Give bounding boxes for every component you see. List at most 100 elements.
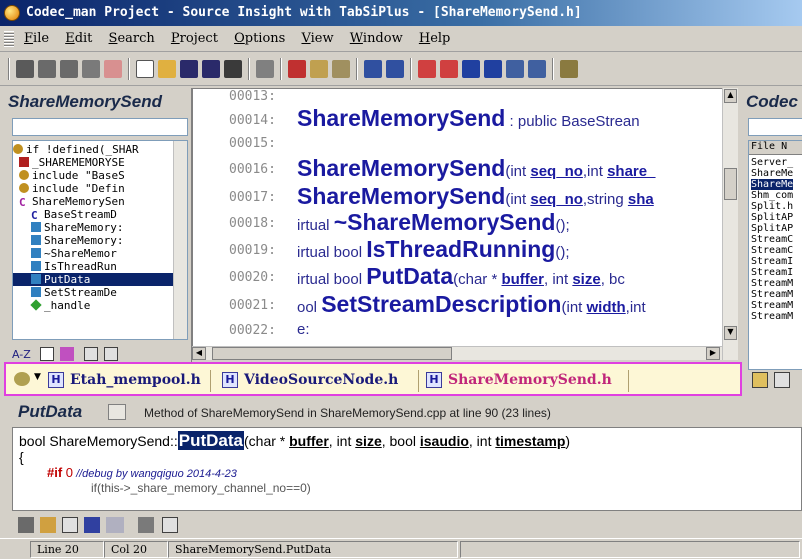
- tab-etah-mempool[interactable]: H Etah_mempool.h: [48, 372, 201, 388]
- context-window[interactable]: bool ShareMemorySend::PutData(char * buf…: [12, 427, 802, 511]
- menu-search[interactable]: Search: [103, 26, 161, 52]
- open-folder-icon[interactable]: [752, 372, 768, 388]
- scroll-thumb[interactable]: [212, 347, 452, 360]
- list-item[interactable]: ShareMemory:: [13, 234, 173, 247]
- scroll-down-icon[interactable]: ▼: [724, 326, 737, 340]
- file-list[interactable]: File N Server_ ShareMe ShareMe Shm_com S…: [748, 140, 802, 370]
- save-all-icon[interactable]: [202, 60, 220, 78]
- lock-icon[interactable]: [18, 517, 34, 533]
- menu-window[interactable]: Window: [344, 26, 409, 52]
- window-title: Codec_man Project - Source Insight with …: [26, 5, 582, 20]
- tabsiplus-menu-icon[interactable]: [14, 372, 30, 386]
- paste-icon[interactable]: [332, 60, 350, 78]
- find-next-icon[interactable]: [60, 60, 78, 78]
- redo-icon[interactable]: [386, 60, 404, 78]
- list-item[interactable]: StreamI: [751, 256, 793, 267]
- list-item[interactable]: Server_: [751, 157, 793, 168]
- tab-sharememorysend[interactable]: H ShareMemorySend.h: [426, 372, 612, 388]
- header-file-icon: H: [222, 372, 238, 388]
- symbol-filter-input[interactable]: [12, 118, 188, 136]
- list-item[interactable]: _handle: [13, 299, 173, 312]
- back-icon[interactable]: [462, 60, 480, 78]
- project-icon[interactable]: [560, 60, 578, 78]
- list-item[interactable]: C ShareMemorySen: [13, 195, 173, 208]
- list-item[interactable]: ~ShareMemor: [13, 247, 173, 260]
- code-editor[interactable]: 00013: 00014: ShareMemorySend : public B…: [192, 88, 738, 360]
- list-item[interactable]: StreamM: [751, 278, 793, 289]
- close-file-icon[interactable]: [224, 60, 242, 78]
- list-item[interactable]: Shm_com: [751, 190, 793, 201]
- menu-help[interactable]: Help: [413, 26, 457, 52]
- new-file-icon[interactable]: [136, 60, 154, 78]
- chevron-down-icon[interactable]: ▼: [34, 372, 41, 382]
- font-icon[interactable]: [106, 517, 124, 533]
- book-icon[interactable]: [62, 517, 78, 533]
- category-icon[interactable]: [60, 347, 74, 361]
- symbol-list-scrollbar[interactable]: [173, 141, 187, 339]
- header-file-icon: H: [48, 372, 64, 388]
- properties-icon[interactable]: [162, 517, 178, 533]
- find-icon[interactable]: [16, 60, 34, 78]
- list-item[interactable]: SplitAP: [751, 212, 793, 223]
- scroll-left-icon[interactable]: ◀: [192, 347, 206, 360]
- list-item[interactable]: _SHAREMEMORYSE: [13, 156, 173, 169]
- forward-icon[interactable]: [484, 60, 502, 78]
- list-view-icon[interactable]: [40, 347, 54, 361]
- scroll-thumb[interactable]: [724, 168, 737, 200]
- book-icon[interactable]: [84, 347, 98, 361]
- menu-view[interactable]: View: [295, 26, 339, 52]
- list-item[interactable]: StreamC: [751, 245, 793, 256]
- editor-vertical-scrollbar[interactable]: ▲ ▼: [722, 88, 738, 360]
- print-icon[interactable]: [256, 60, 274, 78]
- undo-icon[interactable]: [364, 60, 382, 78]
- list-item[interactable]: ShareMemory:: [13, 221, 173, 234]
- list-item[interactable]: ShareMe: [751, 168, 793, 179]
- list-item-selected[interactable]: PutData: [13, 273, 173, 286]
- list-item[interactable]: include "Defin: [13, 182, 173, 195]
- menu-options[interactable]: Options: [228, 26, 291, 52]
- cut-icon[interactable]: [288, 60, 306, 78]
- line-number: 00019:: [229, 243, 276, 258]
- bookmark-icon[interactable]: [418, 60, 436, 78]
- copy-icon[interactable]: [310, 60, 328, 78]
- column-header[interactable]: File N: [749, 141, 802, 155]
- list-item[interactable]: if !defined(_SHAR: [13, 143, 173, 156]
- list-item[interactable]: Split.h: [751, 201, 793, 212]
- find-prev-icon[interactable]: [38, 60, 56, 78]
- context-toggle-icon[interactable]: [108, 404, 126, 420]
- scroll-right-icon[interactable]: ▶: [706, 347, 720, 360]
- window-layout-icon[interactable]: [506, 60, 524, 78]
- find-files-icon[interactable]: [82, 60, 100, 78]
- list-item[interactable]: StreamI: [751, 267, 793, 278]
- print-icon[interactable]: [138, 517, 154, 533]
- book-icon[interactable]: [774, 372, 790, 388]
- menu-file[interactable]: File: [18, 26, 55, 52]
- jump-icon[interactable]: [40, 517, 56, 533]
- file-filter-input[interactable]: [748, 118, 802, 136]
- editor-horizontal-scrollbar[interactable]: ◀ ▶: [192, 346, 722, 360]
- sort-az-button[interactable]: A-Z: [12, 348, 31, 361]
- list-item[interactable]: C BaseStreamD: [13, 208, 173, 221]
- list-item[interactable]: SetStreamDe: [13, 286, 173, 299]
- replace-icon[interactable]: [104, 60, 122, 78]
- save-icon[interactable]: [180, 60, 198, 78]
- list-item[interactable]: StreamM: [751, 311, 793, 322]
- menu-grip[interactable]: [4, 31, 14, 47]
- window-tile-icon[interactable]: [528, 60, 546, 78]
- scroll-up-icon[interactable]: ▲: [724, 89, 737, 103]
- reference-icon[interactable]: [84, 517, 100, 533]
- list-item[interactable]: StreamM: [751, 300, 793, 311]
- bookmark-list-icon[interactable]: [440, 60, 458, 78]
- symbol-list[interactable]: if !defined(_SHAR _SHAREMEMORYSE include…: [12, 140, 188, 340]
- menu-edit[interactable]: Edit: [59, 26, 98, 52]
- list-item[interactable]: include "BaseS: [13, 169, 173, 182]
- list-item[interactable]: IsThreadRun: [13, 260, 173, 273]
- list-item[interactable]: SplitAP: [751, 223, 793, 234]
- properties-icon[interactable]: [104, 347, 118, 361]
- list-item-selected[interactable]: ShareMe: [751, 179, 794, 190]
- tab-videosourcenode[interactable]: H VideoSourceNode.h: [222, 372, 398, 388]
- menu-project[interactable]: Project: [165, 26, 224, 52]
- list-item[interactable]: StreamC: [751, 234, 793, 245]
- list-item[interactable]: StreamM: [751, 289, 793, 300]
- open-file-icon[interactable]: [158, 60, 176, 78]
